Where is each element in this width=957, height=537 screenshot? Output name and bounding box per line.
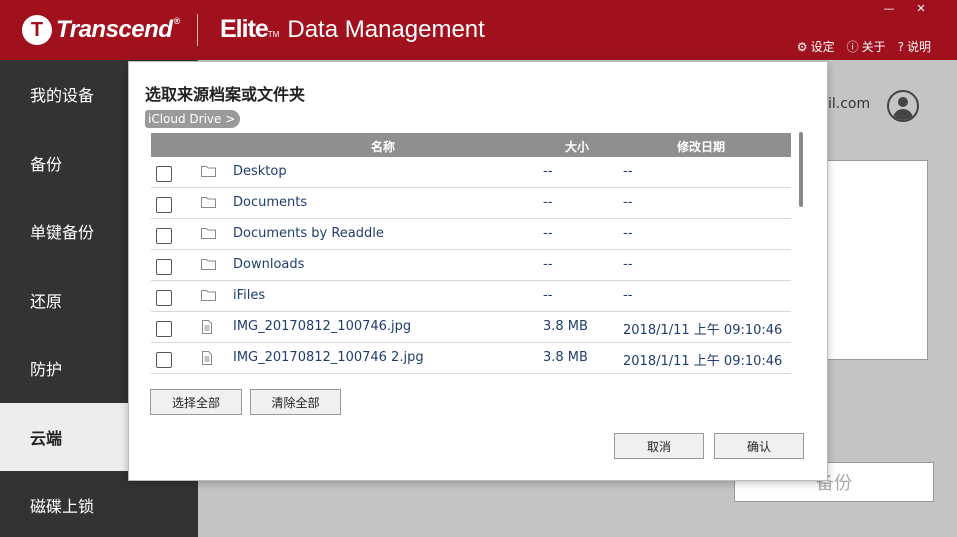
- help-icon: ?: [897, 39, 904, 54]
- file-size: 3.8 MB: [543, 350, 588, 365]
- file-modified: --: [623, 195, 633, 210]
- window-controls: — ✕: [883, 2, 927, 15]
- about-link[interactable]: ⓘ 关于: [847, 38, 886, 55]
- file-modified: --: [623, 226, 633, 241]
- file-name[interactable]: IMG_20170812_100746.jpg: [233, 319, 411, 334]
- file-size: --: [543, 226, 553, 241]
- transcend-logo: T Transcend®: [22, 14, 180, 46]
- table-row[interactable]: IMG_20170812_100746 2.jpg 3.8 MB 2018/1/11…: [151, 343, 791, 374]
- product-title: Elite TM Data Management: [220, 15, 485, 43]
- folder-icon: [201, 289, 216, 305]
- account-email: il.com: [828, 96, 871, 112]
- file-size: 3.8 MB: [543, 319, 588, 334]
- row-checkbox[interactable]: [156, 321, 172, 337]
- settings-link[interactable]: ⚙ 设定: [797, 38, 835, 55]
- table-row[interactable]: Documents -- --: [151, 188, 791, 219]
- header-divider: [197, 14, 198, 46]
- file-modified: 2018/1/11 上午 09:10:46: [623, 323, 783, 338]
- help-link[interactable]: ? 说明: [898, 38, 931, 55]
- file-name[interactable]: Desktop: [233, 164, 287, 179]
- close-icon[interactable]: ✕: [915, 2, 927, 15]
- file-name[interactable]: Documents by Readdle: [233, 226, 384, 241]
- folder-icon: [201, 165, 216, 181]
- cloud-panel: [826, 160, 928, 360]
- row-checkbox[interactable]: [156, 352, 172, 368]
- clear-all-button[interactable]: 清除全部: [250, 389, 341, 415]
- file-modified: --: [623, 164, 633, 179]
- folder-icon: [201, 258, 216, 274]
- folder-icon: [201, 196, 216, 212]
- row-checkbox[interactable]: [156, 228, 172, 244]
- file-size: --: [543, 195, 553, 210]
- file-name[interactable]: iFiles: [233, 288, 265, 303]
- column-size-header[interactable]: 大小: [565, 138, 589, 155]
- row-checkbox[interactable]: [156, 290, 172, 306]
- table-row[interactable]: iFiles -- --: [151, 281, 791, 312]
- confirm-button[interactable]: 确认: [714, 433, 804, 459]
- table-row[interactable]: Downloads -- --: [151, 250, 791, 281]
- table-row[interactable]: Desktop -- --: [151, 157, 791, 188]
- select-source-dialog: 选取来源档案或文件夹 iCloud Drive > 名称 大小 修改日期 Des…: [128, 61, 828, 481]
- file-size: --: [543, 288, 553, 303]
- breadcrumb[interactable]: iCloud Drive >: [145, 110, 241, 128]
- folder-icon: [201, 227, 216, 243]
- file-table: 名称 大小 修改日期 Desktop -- -- Documents -- -- Docum…: [151, 133, 791, 374]
- file-modified: --: [623, 257, 633, 272]
- file-icon: [201, 320, 213, 338]
- cancel-button[interactable]: 取消: [614, 433, 704, 459]
- file-name[interactable]: IMG_20170812_100746 2.jpg: [233, 350, 424, 365]
- file-name[interactable]: Documents: [233, 195, 307, 210]
- file-modified: --: [623, 288, 633, 303]
- transcend-logo-icon: T: [22, 15, 52, 45]
- file-name[interactable]: Downloads: [233, 257, 304, 272]
- row-checkbox[interactable]: [156, 197, 172, 213]
- avatar-icon[interactable]: [887, 90, 919, 122]
- column-name-header[interactable]: 名称: [371, 138, 395, 155]
- dialog-title: 选取来源档案或文件夹: [145, 85, 306, 104]
- select-all-button[interactable]: 选择全部: [150, 389, 242, 415]
- table-row[interactable]: IMG_20170812_100746.jpg 3.8 MB 2018/1/11 上…: [151, 312, 791, 343]
- row-checkbox[interactable]: [156, 166, 172, 182]
- file-size: --: [543, 257, 553, 272]
- minimize-icon[interactable]: —: [883, 2, 895, 15]
- gear-icon: ⚙: [796, 39, 808, 54]
- scrollbar[interactable]: [799, 132, 803, 207]
- file-icon: [201, 351, 213, 369]
- file-modified: 2018/1/11 上午 09:10:46: [623, 354, 783, 369]
- table-header: 名称 大小 修改日期: [151, 133, 791, 157]
- column-modified-header[interactable]: 修改日期: [677, 138, 725, 155]
- table-row[interactable]: Documents by Readdle -- --: [151, 219, 791, 250]
- file-size: --: [543, 164, 553, 179]
- row-checkbox[interactable]: [156, 259, 172, 275]
- info-icon: ⓘ: [846, 40, 859, 54]
- brand-name: Transcend®: [56, 16, 180, 43]
- app-header: T Transcend® Elite TM Data Management — ✕…: [0, 0, 957, 60]
- top-links: ⚙ 设定 ⓘ 关于 ? 说明: [797, 38, 931, 55]
